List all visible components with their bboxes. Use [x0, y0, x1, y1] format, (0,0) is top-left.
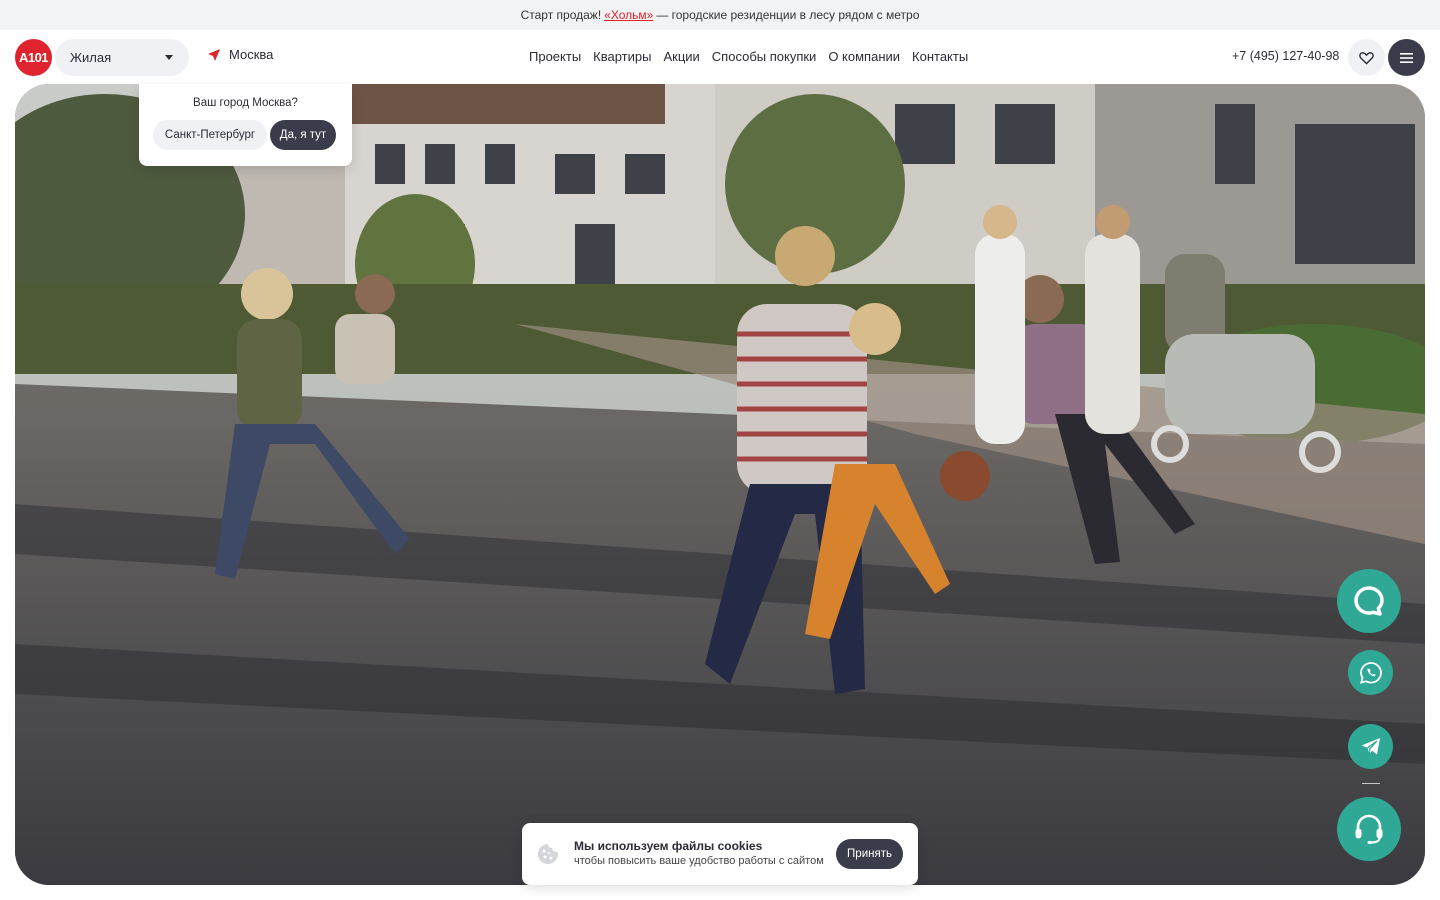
telegram-button[interactable]: [1348, 724, 1393, 769]
hamburger-icon: [1400, 52, 1413, 63]
whatsapp-icon: [1359, 661, 1382, 684]
favorites-button[interactable]: [1348, 39, 1385, 76]
promo-suffix: — городские резиденции в лесу рядом с ме…: [656, 8, 920, 22]
nav-purchase-methods[interactable]: Способы покупки: [712, 49, 817, 64]
phone-link[interactable]: +7 (495) 127-40-98: [1232, 49, 1339, 63]
nav-offers[interactable]: Акции: [663, 49, 699, 64]
property-type-select[interactable]: Жилая: [55, 39, 189, 76]
chevron-down-icon: [165, 55, 173, 60]
nav-contacts[interactable]: Контакты: [912, 49, 968, 64]
cookie-title: Мы используем файлы cookies: [574, 839, 763, 853]
city-selector[interactable]: Москва: [207, 47, 273, 62]
promo-prefix: Старт продаж!: [520, 8, 602, 22]
hero-video: [15, 84, 1425, 885]
accept-cookies-button[interactable]: Принять: [836, 839, 903, 869]
support-button[interactable]: [1337, 797, 1401, 861]
heart-icon: [1359, 51, 1374, 65]
cookie-banner: Мы используем файлы cookies чтобы повыси…: [522, 823, 918, 885]
float-divider: [1362, 783, 1380, 784]
cookie-icon: [538, 844, 558, 864]
location-arrow-icon: [208, 48, 220, 61]
telegram-icon: [1361, 737, 1380, 754]
promo-bar: Старт продаж! «Хольм» — городские резиде…: [0, 0, 1440, 30]
nav-apartments[interactable]: Квартиры: [593, 49, 651, 64]
nav-projects[interactable]: Проекты: [529, 49, 581, 64]
choose-spb-button[interactable]: Санкт-Петербург: [153, 120, 267, 150]
promo-link[interactable]: «Хольм»: [604, 8, 653, 22]
city-name: Москва: [229, 47, 274, 62]
confirm-city-button[interactable]: Да, я тут: [270, 120, 336, 150]
property-type-value: Жилая: [70, 50, 112, 65]
header: A101 Жилая Москва Проекты Квартиры Акции…: [0, 30, 1440, 84]
nav-about[interactable]: О компании: [828, 49, 900, 64]
chat-button[interactable]: [1337, 569, 1401, 633]
city-confirm-popup: Ваш город Москва? Санкт-Петербург Да, я …: [139, 84, 352, 166]
whatsapp-button[interactable]: [1348, 650, 1393, 695]
headset-icon: [1355, 814, 1383, 844]
city-question: Ваш город Москва?: [193, 97, 298, 109]
logo[interactable]: A101: [15, 39, 52, 76]
menu-button[interactable]: [1388, 39, 1425, 76]
main-nav: Проекты Квартиры Акции Способы покупки О…: [529, 49, 968, 64]
chat-bubble-icon: [1354, 586, 1384, 616]
hero-scene-image: [15, 84, 1425, 885]
cookie-subtitle: чтобы повысить ваше удобство работы с са…: [574, 855, 824, 867]
